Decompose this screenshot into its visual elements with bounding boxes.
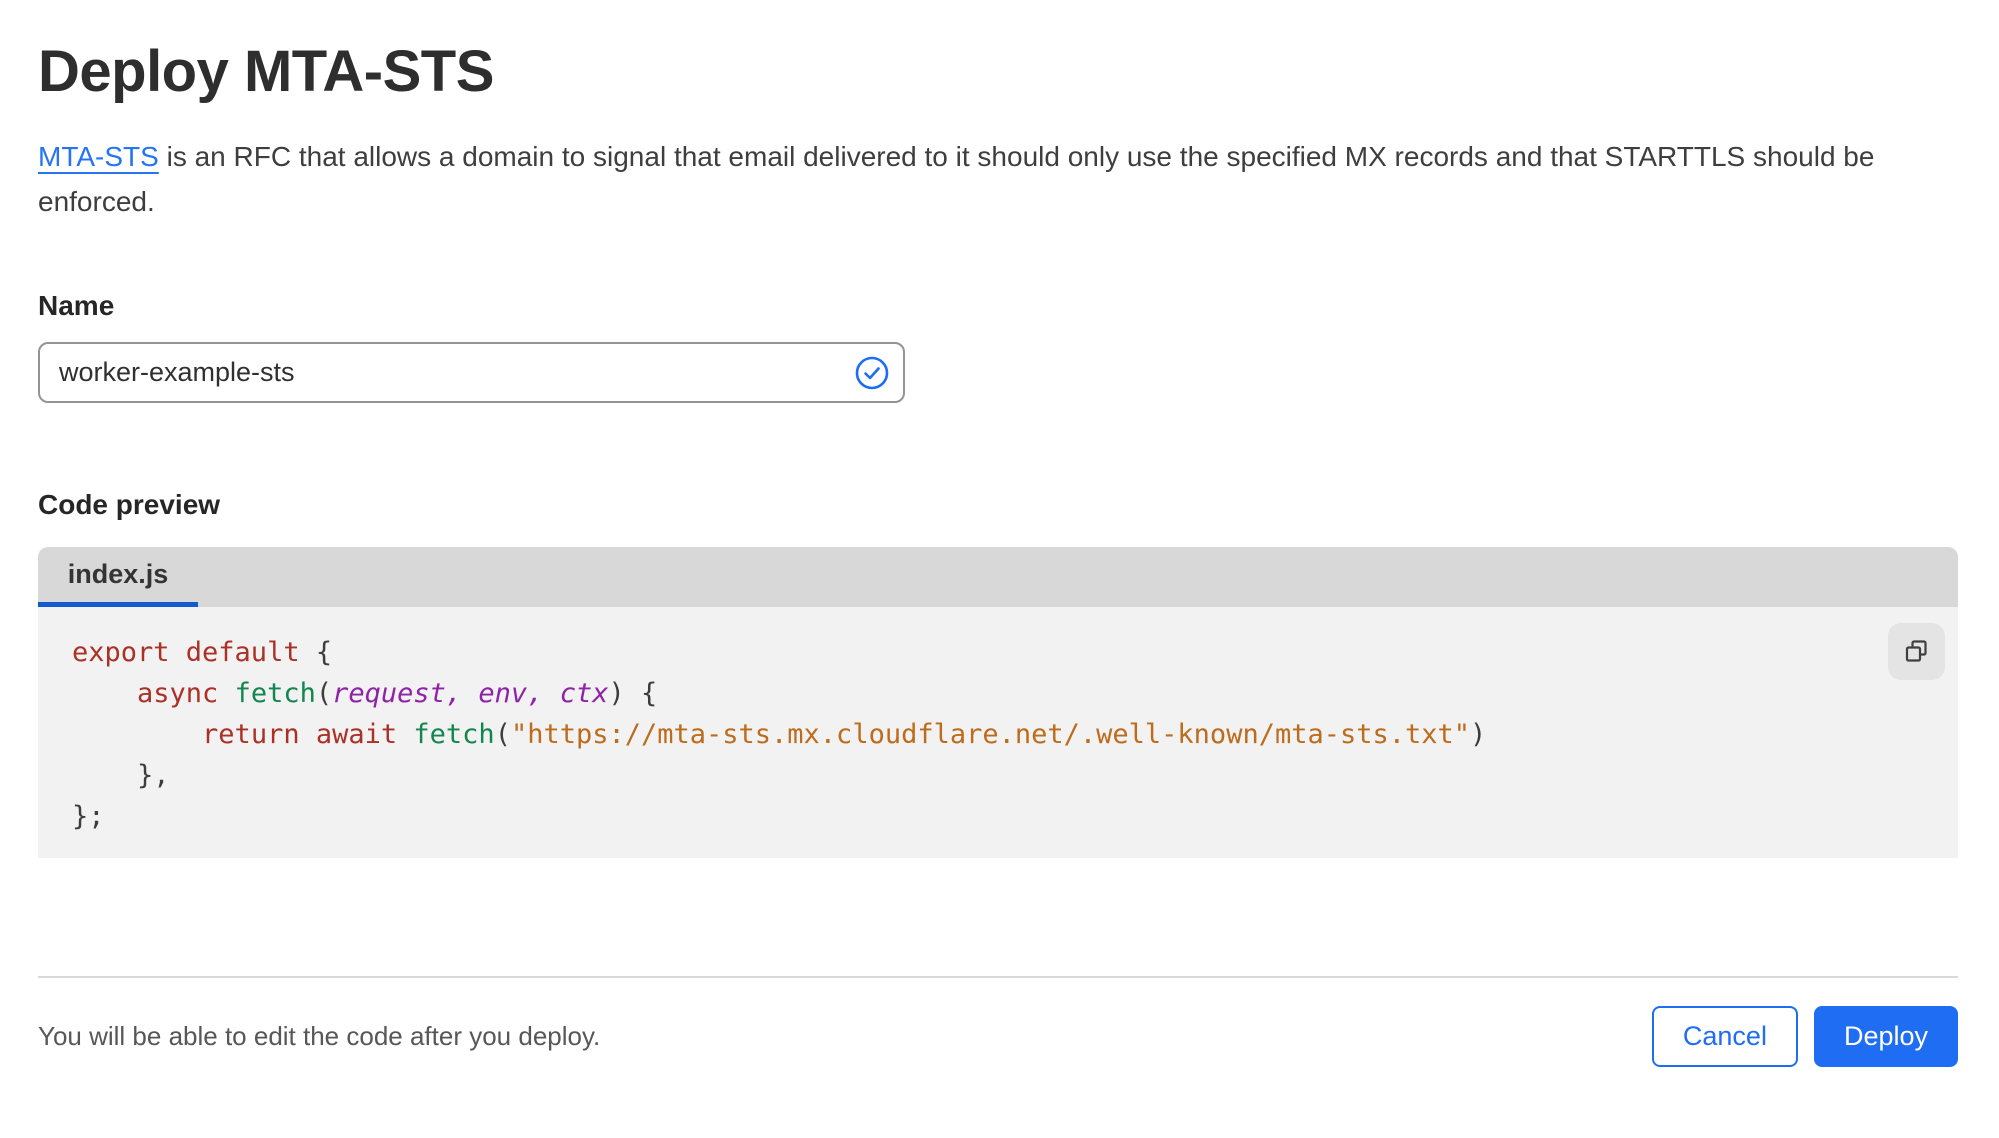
copy-button[interactable] (1888, 623, 1945, 680)
name-label: Name (38, 290, 115, 321)
footer-bar: You will be able to edit the code after … (38, 1006, 1958, 1067)
code-preview-section: Code preview index.js export default { a… (38, 489, 1958, 858)
code-preview-label: Code preview (38, 489, 221, 520)
tab-index-js[interactable]: index.js (38, 547, 198, 607)
check-circle-icon (855, 356, 889, 390)
mta-sts-link[interactable]: MTA-STS (38, 141, 159, 172)
deploy-mta-sts-page: Deploy MTA-STS MTA-STS is an RFC that al… (0, 0, 1999, 1138)
deploy-button[interactable]: Deploy (1813, 1006, 1958, 1067)
code-lines: export default { async fetch(request, en… (72, 637, 1487, 832)
description: MTA-STS is an RFC that allows a domain t… (38, 134, 1928, 224)
name-input-wrapper (38, 342, 905, 403)
description-text: is an RFC that allows a domain to signal… (38, 141, 1875, 217)
name-input[interactable] (38, 342, 905, 403)
footer-divider (38, 976, 1958, 978)
footer-actions: Cancel Deploy (1651, 1006, 1958, 1067)
code-preview-panel: export default { async fetch(request, en… (38, 607, 1958, 858)
tab-label: index.js (67, 559, 169, 589)
cancel-button[interactable]: Cancel (1651, 1006, 1798, 1067)
page-title: Deploy MTA-STS (38, 39, 494, 104)
copy-icon (1903, 638, 1930, 665)
code-tab-bar: index.js (38, 547, 1958, 607)
footer-note: You will be able to edit the code after … (38, 1021, 601, 1051)
name-field-section: Name (38, 290, 1958, 403)
